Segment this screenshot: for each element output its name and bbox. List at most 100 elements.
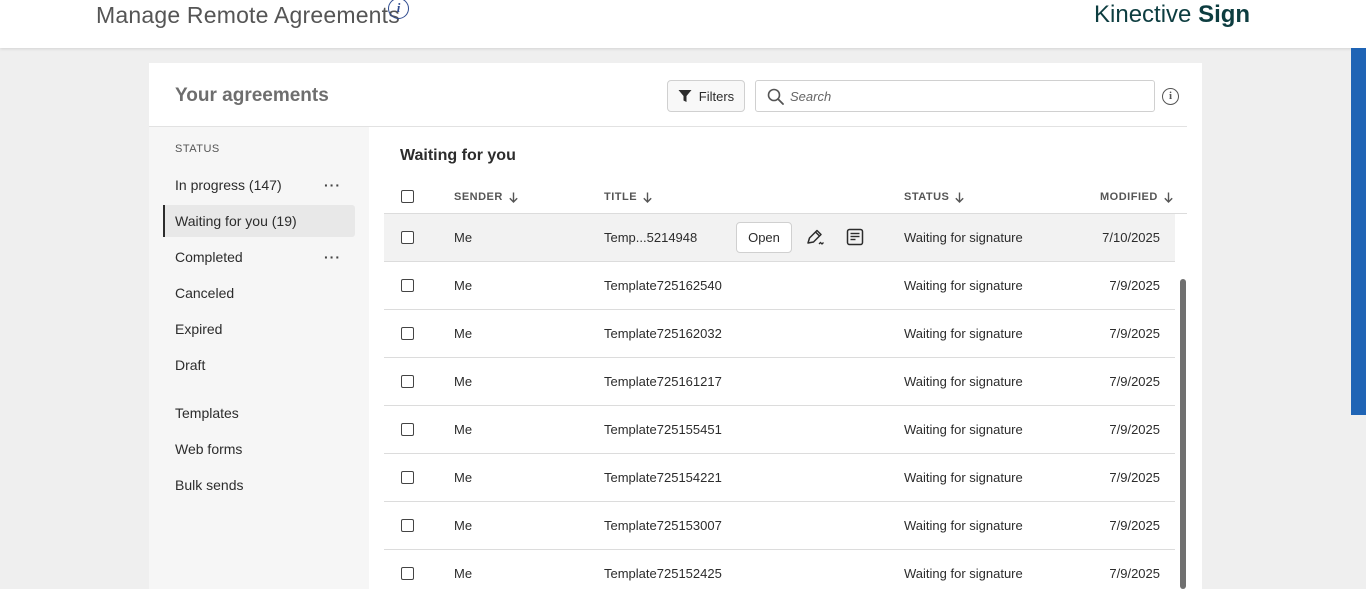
sign-pen-icon[interactable] — [805, 227, 825, 247]
row-checkbox[interactable] — [401, 279, 414, 292]
row-title: Template725152425 — [604, 566, 722, 581]
row-modified: 7/9/2025 — [1109, 326, 1160, 341]
search-input[interactable] — [790, 85, 1140, 107]
document-details-icon[interactable] — [846, 228, 864, 246]
sidebar-item-completed[interactable]: Completed ··· — [163, 241, 355, 273]
filter-icon — [678, 90, 692, 102]
sidebar-item-waiting-for-you[interactable]: Waiting for you (19) — [163, 205, 355, 237]
select-all-checkbox[interactable] — [401, 190, 414, 203]
row-title: Template725154221 — [604, 470, 722, 485]
row-checkbox[interactable] — [401, 519, 414, 532]
row-title: Template725153007 — [604, 518, 722, 533]
brand-name-bold: Sign — [1198, 1, 1251, 28]
table-header: SENDER TITLE STATUS MODIFIED — [384, 178, 1187, 214]
top-bar: Manage Remote Agreements i Kinective Sig… — [0, 0, 1366, 48]
row-checkbox[interactable] — [401, 567, 414, 580]
sort-arrow-down-icon — [1164, 192, 1173, 203]
column-label: SENDER — [454, 191, 503, 203]
column-label: STATUS — [904, 191, 950, 203]
row-status: Waiting for signature — [904, 422, 1023, 437]
column-label: TITLE — [604, 191, 638, 203]
sidebar-item-label: Expired — [175, 321, 223, 337]
table-row[interactable]: Me Template725155451 Waiting for signatu… — [384, 406, 1175, 454]
table-row[interactable]: Me Template725152425 Waiting for signatu… — [384, 550, 1175, 589]
row-sender: Me — [454, 326, 473, 341]
table-row[interactable]: Me Template725162540 Waiting for signatu… — [384, 262, 1175, 310]
column-header-modified[interactable]: MODIFIED — [1100, 191, 1173, 203]
row-modified: 7/9/2025 — [1109, 470, 1160, 485]
search-box[interactable] — [755, 80, 1155, 112]
sidebar-item-label: Bulk sends — [175, 477, 244, 493]
row-sender: Me — [454, 470, 473, 485]
sidebar-item-templates[interactable]: Templates — [163, 397, 355, 429]
row-modified: 7/9/2025 — [1109, 278, 1160, 293]
sidebar-item-label: Templates — [175, 405, 239, 421]
row-checkbox[interactable] — [401, 327, 414, 340]
section-title: Waiting for you — [400, 147, 516, 164]
table-row[interactable]: Me Template725162032 Waiting for signatu… — [384, 310, 1175, 358]
row-title: Template725161217 — [604, 374, 722, 389]
more-options-icon[interactable]: ··· — [324, 241, 341, 273]
row-sender: Me — [454, 518, 473, 533]
sort-arrow-down-icon — [509, 192, 518, 203]
panel-title: Your agreements — [175, 85, 329, 106]
side-accent-bar — [1351, 48, 1366, 415]
brand-name: Kinective — [1094, 1, 1192, 28]
row-modified: 7/9/2025 — [1109, 518, 1160, 533]
table-row[interactable]: Me Template725154221 Waiting for signatu… — [384, 454, 1175, 502]
row-checkbox[interactable] — [401, 375, 414, 388]
more-options-icon[interactable]: ··· — [324, 169, 341, 201]
column-label: MODIFIED — [1100, 191, 1158, 203]
row-sender: Me — [454, 422, 473, 437]
sidebar-item-label: Web forms — [175, 441, 243, 457]
row-status: Waiting for signature — [904, 566, 1023, 581]
filters-label: Filters — [698, 88, 735, 104]
status-sidebar: STATUS In progress (147) ··· Waiting for… — [149, 127, 369, 589]
row-status: Waiting for signature — [904, 326, 1023, 341]
column-header-title[interactable]: TITLE — [604, 191, 652, 203]
info-icon[interactable]: i — [388, 0, 409, 19]
row-sender: Me — [454, 278, 473, 293]
row-title: Template725155451 — [604, 422, 722, 437]
row-status: Waiting for signature — [904, 470, 1023, 485]
brand-logo: Kinective Sign — [1094, 1, 1250, 29]
sidebar-item-label: In progress (147) — [175, 177, 282, 193]
status-heading: STATUS — [175, 143, 220, 155]
row-sender: Me — [454, 566, 473, 581]
row-sender: Me — [454, 374, 473, 389]
sidebar-item-bulk-sends[interactable]: Bulk sends — [163, 469, 355, 501]
row-checkbox[interactable] — [401, 423, 414, 436]
sort-arrow-down-icon — [955, 192, 965, 203]
help-info-icon[interactable]: i — [1162, 88, 1179, 105]
sidebar-item-label: Waiting for you (19) — [175, 213, 297, 229]
open-button[interactable]: Open — [736, 222, 792, 253]
sidebar-item-expired[interactable]: Expired — [163, 313, 355, 345]
sidebar-item-draft[interactable]: Draft — [163, 349, 355, 381]
row-sender: Me — [454, 230, 473, 245]
agreements-panel: Your agreements Filters i STATUS In prog… — [149, 63, 1202, 589]
sidebar-item-in-progress[interactable]: In progress (147) ··· — [163, 169, 355, 201]
sidebar-item-label: Canceled — [175, 285, 235, 301]
sidebar-item-label: Draft — [175, 357, 206, 373]
row-modified: 7/9/2025 — [1109, 422, 1160, 437]
row-modified: 7/9/2025 — [1109, 374, 1160, 389]
row-status: Waiting for signature — [904, 230, 1023, 245]
table-row[interactable]: Me Template725153007 Waiting for signatu… — [384, 502, 1175, 550]
row-modified: 7/9/2025 — [1109, 566, 1160, 581]
sidebar-item-canceled[interactable]: Canceled — [163, 277, 355, 309]
column-header-sender[interactable]: SENDER — [454, 191, 518, 203]
row-status: Waiting for signature — [904, 278, 1023, 293]
row-status: Waiting for signature — [904, 374, 1023, 389]
filters-button[interactable]: Filters — [667, 80, 745, 112]
table-row[interactable]: Me Temp...5214948 Open Waiting for signa… — [384, 214, 1175, 262]
row-modified: 7/10/2025 — [1102, 230, 1160, 245]
row-checkbox[interactable] — [401, 231, 414, 244]
sort-arrow-down-icon — [643, 192, 652, 203]
sidebar-item-web-forms[interactable]: Web forms — [163, 433, 355, 465]
column-header-status[interactable]: STATUS — [904, 191, 965, 203]
table-scrollbar[interactable] — [1180, 279, 1186, 589]
table-row[interactable]: Me Template725161217 Waiting for signatu… — [384, 358, 1175, 406]
row-checkbox[interactable] — [401, 471, 414, 484]
row-title: Template725162032 — [604, 326, 722, 341]
row-title: Template725162540 — [604, 278, 722, 293]
